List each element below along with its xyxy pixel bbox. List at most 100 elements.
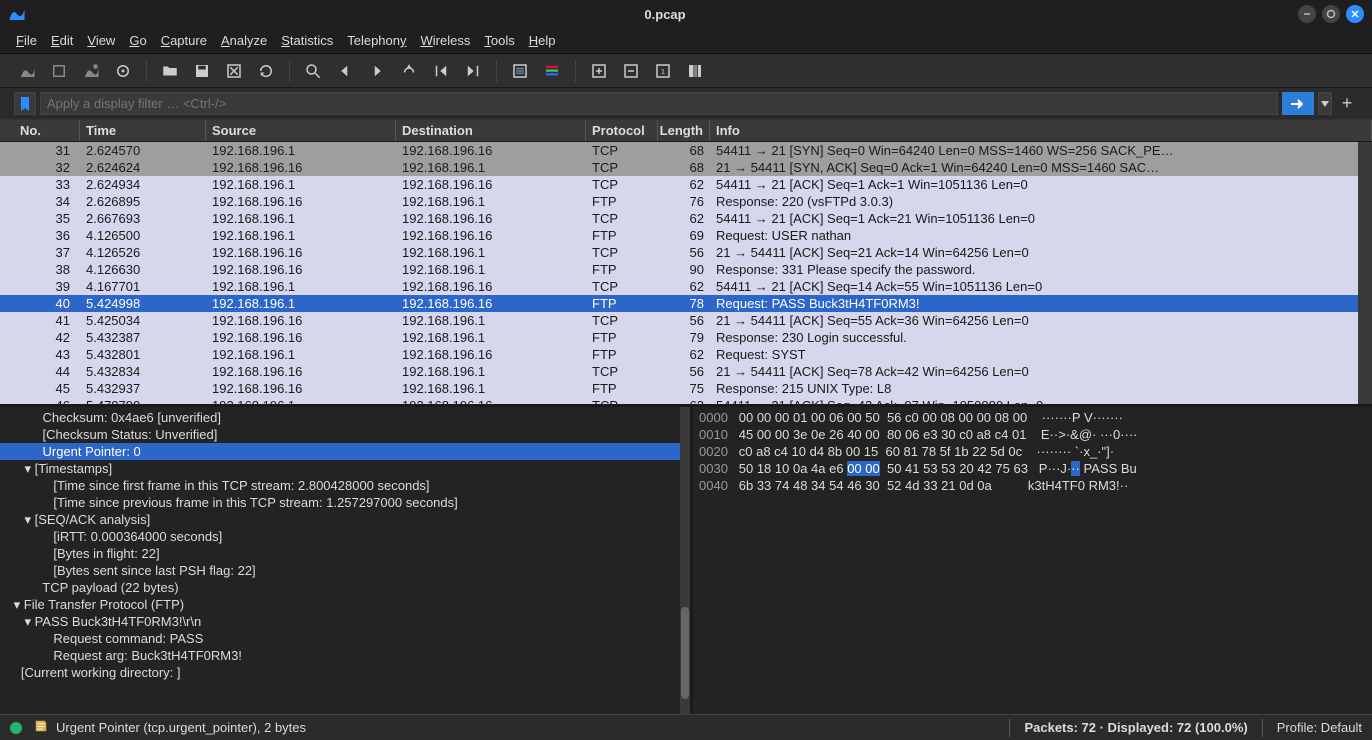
detail-line[interactable]: [Time since previous frame in this TCP s… [0,494,690,511]
reload-file-icon[interactable] [253,58,279,84]
column-header-length[interactable]: Length [658,120,710,141]
menu-telephony[interactable]: Telephony [347,33,406,48]
minimize-button[interactable] [1298,5,1316,23]
close-button[interactable] [1346,5,1364,23]
svg-text:1: 1 [661,67,665,76]
toolbar-separator [289,60,290,82]
packet-row[interactable]: 332.624934192.168.196.1192.168.196.16TCP… [0,176,1372,193]
packet-row[interactable]: 384.126630192.168.196.16192.168.196.1FTP… [0,261,1372,278]
packet-row[interactable]: 445.432834192.168.196.16192.168.196.1TCP… [0,363,1372,380]
packet-row[interactable]: 405.424998192.168.196.1192.168.196.16FTP… [0,295,1372,312]
detail-line[interactable]: [Checksum Status: Unverified] [0,426,690,443]
packet-row[interactable]: 465.478790192.168.196.1192.168.196.16TCP… [0,397,1372,404]
detail-line[interactable]: [Time since first frame in this TCP stre… [0,477,690,494]
detail-line[interactable]: [Bytes in flight: 22] [0,545,690,562]
detail-line[interactable]: [Current working directory: ] [0,664,690,681]
packet-row[interactable]: 342.626895192.168.196.16192.168.196.1FTP… [0,193,1372,210]
status-packet-stats: Packets: 72 · Displayed: 72 (100.0%) [1024,720,1247,735]
zoom-in-icon[interactable] [586,58,612,84]
toolbar-separator [496,60,497,82]
auto-scroll-icon[interactable] [507,58,533,84]
titlebar: 0.pcap [0,0,1372,28]
menu-capture[interactable]: Capture [161,33,207,48]
stop-capture-icon[interactable] [46,58,72,84]
column-header-no[interactable]: No. [0,120,80,141]
detail-line[interactable]: Request command: PASS [0,630,690,647]
column-header-destination[interactable]: Destination [396,120,586,141]
hex-line[interactable]: 0040 6b 33 74 48 34 54 46 30 52 4d 33 21… [699,477,1366,494]
status-profile[interactable]: Profile: Default [1277,720,1362,735]
packet-row[interactable]: 415.425034192.168.196.16192.168.196.1TCP… [0,312,1372,329]
open-file-icon[interactable] [157,58,183,84]
add-filter-button[interactable]: + [1336,92,1358,115]
main-toolbar: 1 [0,54,1372,88]
go-forward-icon[interactable] [364,58,390,84]
column-header-protocol[interactable]: Protocol [586,120,658,141]
go-last-icon[interactable] [460,58,486,84]
menu-file[interactable]: File [16,33,37,48]
capture-file-comment-icon[interactable] [34,719,48,736]
column-header-time[interactable]: Time [80,120,206,141]
packet-row[interactable]: 435.432801192.168.196.1192.168.196.16FTP… [0,346,1372,363]
capture-options-icon[interactable] [110,58,136,84]
zoom-out-icon[interactable] [618,58,644,84]
filter-bookmark-button[interactable] [14,92,36,115]
menubar: File Edit View Go Capture Analyze Statis… [0,28,1372,54]
packet-row[interactable]: 312.624570192.168.196.1192.168.196.16TCP… [0,142,1372,159]
display-filter-input[interactable] [40,92,1278,115]
detail-line[interactable]: Checksum: 0x4ae6 [unverified] [0,409,690,426]
detail-line[interactable]: Urgent Pointer: 0 [0,443,690,460]
hex-line[interactable]: 0020 c0 a8 c4 10 d4 8b 00 15 60 81 78 5f… [699,443,1366,460]
start-capture-icon[interactable] [14,58,40,84]
packet-row[interactable]: 425.432387192.168.196.16192.168.196.1FTP… [0,329,1372,346]
hex-line[interactable]: 0000 00 00 00 01 00 06 00 50 56 c0 00 08… [699,409,1366,426]
hex-line[interactable]: 0010 45 00 00 3e 0e 26 40 00 80 06 e3 30… [699,426,1366,443]
maximize-button[interactable] [1322,5,1340,23]
find-packet-icon[interactable] [300,58,326,84]
detail-line[interactable]: [iRTT: 0.000364000 seconds] [0,528,690,545]
column-header-info[interactable]: Info [710,120,1372,141]
menu-statistics[interactable]: Statistics [281,33,333,48]
detail-line[interactable]: ▾ File Transfer Protocol (FTP) [0,596,690,613]
save-file-icon[interactable] [189,58,215,84]
packet-row[interactable]: 364.126500192.168.196.1192.168.196.16FTP… [0,227,1372,244]
statusbar-separator [1009,719,1010,737]
menu-go[interactable]: Go [129,33,146,48]
restart-capture-icon[interactable] [78,58,104,84]
menu-tools[interactable]: Tools [484,33,514,48]
packet-list-scrollbar[interactable] [1358,142,1372,404]
filter-apply-button[interactable] [1282,92,1314,115]
packet-row[interactable]: 394.167701192.168.196.1192.168.196.16TCP… [0,278,1372,295]
menu-edit[interactable]: Edit [51,33,73,48]
details-scrollbar[interactable] [680,407,690,714]
packet-row[interactable]: 374.126526192.168.196.16192.168.196.1TCP… [0,244,1372,261]
column-header-source[interactable]: Source [206,120,396,141]
filter-history-dropdown[interactable] [1318,92,1332,115]
packet-list[interactable]: 312.624570192.168.196.1192.168.196.16TCP… [0,142,1372,404]
menu-view[interactable]: View [87,33,115,48]
go-back-icon[interactable] [332,58,358,84]
window-title: 0.pcap [32,7,1298,22]
detail-line[interactable]: ▾ [Timestamps] [0,460,690,477]
detail-line[interactable]: TCP payload (22 bytes) [0,579,690,596]
packet-row[interactable]: 352.667693192.168.196.1192.168.196.16TCP… [0,210,1372,227]
go-to-packet-icon[interactable] [396,58,422,84]
zoom-reset-icon[interactable]: 1 [650,58,676,84]
detail-line[interactable]: Request arg: Buck3tH4TF0RM3! [0,647,690,664]
colorize-icon[interactable] [539,58,565,84]
packet-row[interactable]: 322.624624192.168.196.16192.168.196.1TCP… [0,159,1372,176]
packet-details-pane[interactable]: Checksum: 0x4ae6 [unverified] [Checksum … [0,407,690,714]
detail-line[interactable]: ▾ [SEQ/ACK analysis] [0,511,690,528]
expert-info-led-icon[interactable] [10,722,22,734]
detail-line[interactable]: [Bytes sent since last PSH flag: 22] [0,562,690,579]
menu-analyze[interactable]: Analyze [221,33,267,48]
resize-columns-icon[interactable] [682,58,708,84]
detail-line[interactable]: ▾ PASS Buck3tH4TF0RM3!\r\n [0,613,690,630]
packet-bytes-pane[interactable]: 0000 00 00 00 01 00 06 00 50 56 c0 00 08… [690,407,1372,714]
close-file-icon[interactable] [221,58,247,84]
go-first-icon[interactable] [428,58,454,84]
hex-line[interactable]: 0030 50 18 10 0a 4a e6 00 00 50 41 53 53… [699,460,1366,477]
packet-row[interactable]: 455.432937192.168.196.16192.168.196.1FTP… [0,380,1372,397]
menu-help[interactable]: Help [529,33,556,48]
menu-wireless[interactable]: Wireless [421,33,471,48]
